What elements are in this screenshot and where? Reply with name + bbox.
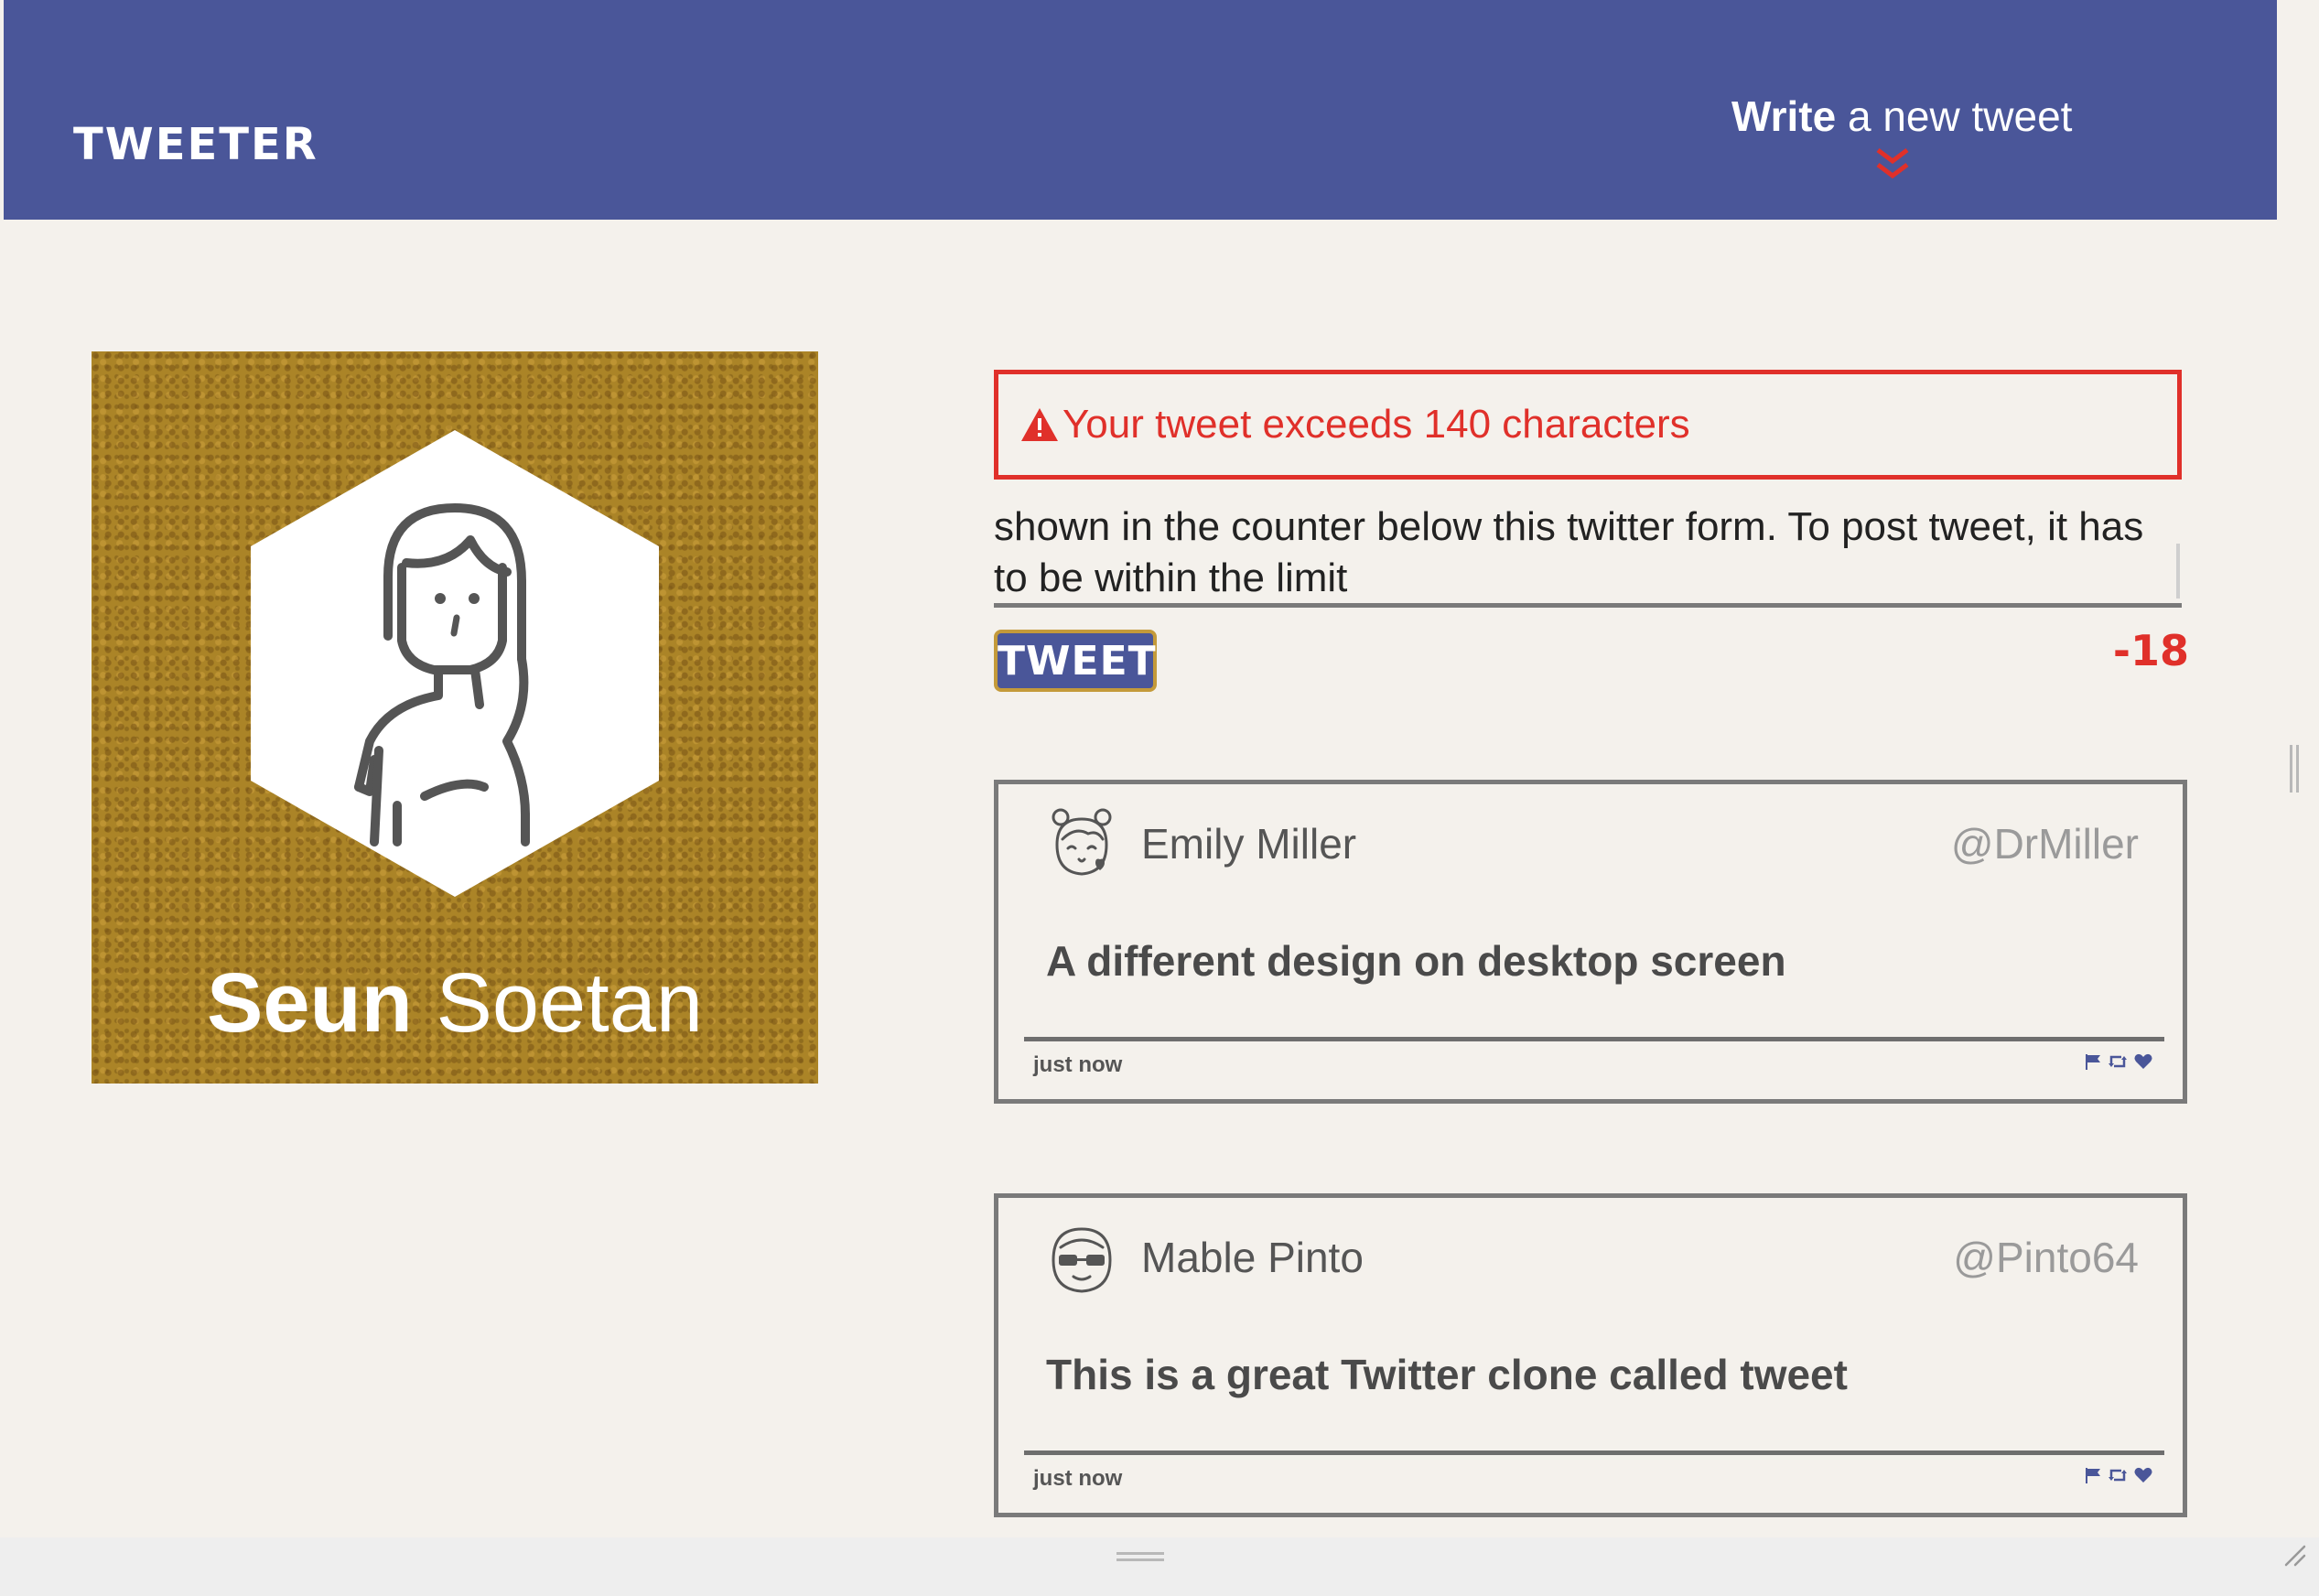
bottom-resize-handle[interactable] (1116, 1552, 1164, 1561)
retweet-icon[interactable] (2108, 1466, 2128, 1484)
tweet-textarea[interactable]: shown in the counter below this twitter … (994, 501, 2182, 608)
character-counter: -18 (2112, 626, 2189, 675)
profile-name: Seun Soetan (92, 955, 818, 1051)
woman-avatar-icon (251, 430, 659, 897)
tweet-author-name: Mable Pinto (1141, 1234, 1364, 1281)
tweet-footer: just now (1024, 1037, 2164, 1096)
error-message-box: Your tweet exceeds 140 characters (994, 370, 2182, 480)
retweet-icon[interactable] (2108, 1052, 2128, 1071)
tweet-card: Emily Miller @DrMiller A different desig… (994, 780, 2187, 1104)
heart-icon[interactable] (2133, 1466, 2153, 1484)
tweet-footer: just now (1024, 1450, 2164, 1510)
tweet-actions (2084, 1052, 2153, 1071)
tweet-content: This is a great Twitter clone called twe… (1046, 1351, 1848, 1398)
side-resize-handle[interactable] (2290, 745, 2299, 793)
tweet-submit-button[interactable]: TWEET (994, 630, 1157, 692)
nav-bar: Tweeter Write a new tweet (4, 0, 2277, 220)
textarea-scrollbar[interactable] (2176, 544, 2180, 598)
tweet-author-handle: @Pinto64 (1953, 1234, 2139, 1281)
tweet-card: Mable Pinto @Pinto64 This is a great Twi… (994, 1193, 2187, 1517)
warning-triangle-icon (1021, 408, 1058, 441)
girl-avatar-icon (1052, 808, 1112, 876)
bottom-panel-bar (0, 1537, 2319, 1596)
tweet-timestamp: just now (1033, 1466, 1123, 1491)
tweet-author-handle: @DrMiller (1950, 820, 2139, 868)
profile-last-name: Soetan (436, 956, 704, 1050)
profile-card: Seun Soetan (92, 351, 818, 1084)
tweet-timestamp: just now (1033, 1052, 1123, 1077)
tweet-content: A different design on desktop screen (1046, 937, 1786, 985)
write-rest-label: a new tweet (1836, 92, 2073, 140)
flag-icon[interactable] (2084, 1466, 2102, 1484)
tweet-actions (2084, 1466, 2153, 1484)
brand-logo[interactable]: Tweeter (73, 119, 318, 170)
sunglasses-avatar-icon (1052, 1227, 1112, 1293)
error-text: Your tweet exceeds 140 characters (1062, 402, 1690, 447)
write-bold-label: Write (1731, 92, 1837, 140)
profile-first-name: Seun (206, 956, 413, 1050)
heart-icon[interactable] (2133, 1052, 2153, 1071)
flag-icon[interactable] (2084, 1052, 2102, 1071)
double-chevron-down-icon[interactable] (1872, 146, 1913, 183)
write-new-tweet-link[interactable]: Write a new tweet (1731, 92, 2072, 141)
corner-resize-icon[interactable] (2282, 1543, 2306, 1567)
tweet-author-name: Emily Miller (1141, 820, 1357, 868)
